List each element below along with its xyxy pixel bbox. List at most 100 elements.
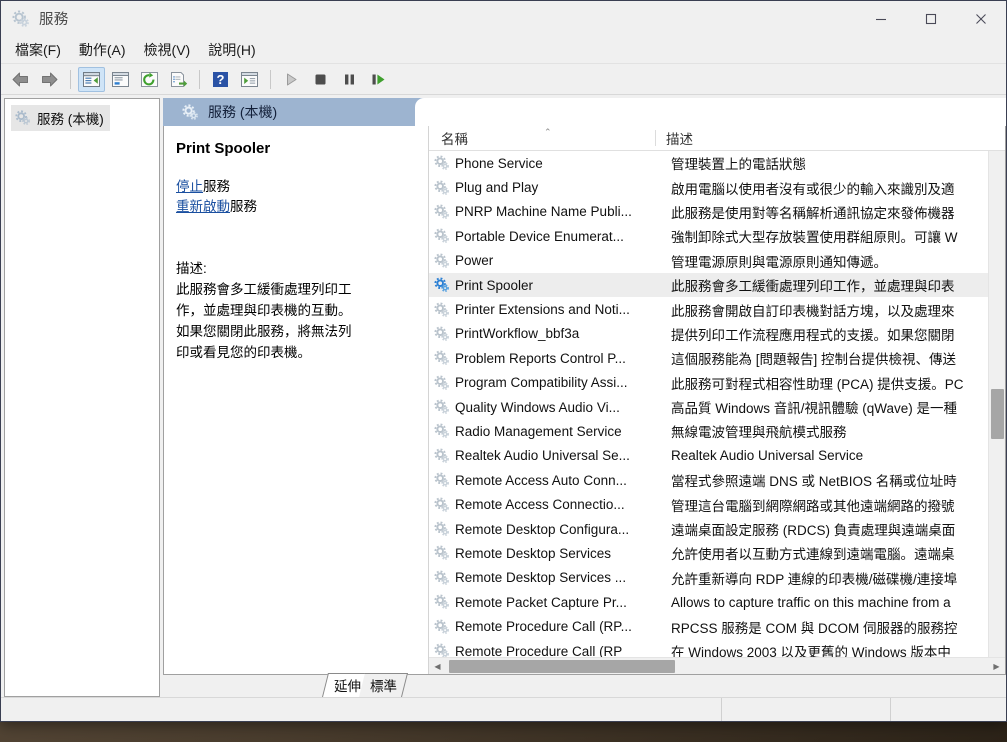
service-name-cell: Remote Access Auto Conn...	[455, 472, 627, 488]
export-list-button[interactable]	[165, 67, 192, 92]
service-description-cell: 允許使用者以互動方式連線到遠端電腦。遠端桌	[671, 547, 955, 563]
table-row[interactable]: Print Spooler 此服務會多工緩衝處理列印工作，並處理與印表	[429, 272, 1005, 298]
service-gear-icon	[434, 204, 449, 219]
stop-service-row: 停止服務	[176, 177, 414, 197]
menu-action[interactable]: 動作(A)	[70, 39, 135, 61]
service-gear-icon	[434, 423, 449, 439]
svg-text:?: ?	[217, 72, 225, 87]
table-row[interactable]: PrintWorkflow_bbf3a 提供列印工作流程應用程式的支援。如果您關閉	[429, 322, 1005, 346]
service-description-cell: Allows to capture traffic on this machin…	[671, 594, 951, 610]
service-name-cell: Radio Management Service	[455, 423, 622, 439]
scroll-left-arrow-icon[interactable]: ◀	[429, 658, 446, 675]
table-row[interactable]: Problem Reports Control P... 這個服務能為 [問題報告…	[429, 346, 1005, 370]
table-row[interactable]: Program Compatibility Assi... 此服務可對程式相容性助…	[429, 371, 1005, 395]
table-row[interactable]: Remote Desktop Services 允許使用者以互動方式連線到遠端電腦…	[429, 541, 1005, 565]
window-title: 服務	[39, 12, 69, 28]
column-header-name[interactable]: 名稱 ⌃	[431, 126, 656, 150]
view-tabs: 延伸 標準	[163, 673, 1006, 697]
table-row[interactable]: PNRP Machine Name Publi... 此服務是使用對等名稱解析通訊…	[429, 200, 1005, 224]
status-bar	[1, 697, 1006, 721]
service-name-cell: Remote Packet Capture Pr...	[455, 594, 627, 610]
pause-service-button[interactable]	[336, 67, 363, 92]
properties-icon	[112, 71, 129, 87]
stop-service-link[interactable]: 停止	[176, 179, 203, 194]
service-name-cell: Plug and Play	[455, 180, 539, 196]
service-name-cell: Quality Windows Audio Vi...	[455, 399, 620, 415]
service-gear-icon	[434, 375, 449, 390]
forward-icon	[42, 72, 58, 86]
list-rows[interactable]: Phone Service 管理裝置上的電話狀態 Plug and Play 啟用電腦…	[429, 151, 1005, 657]
help-button[interactable]: ?	[207, 67, 234, 92]
service-gear-icon	[434, 155, 449, 171]
service-gear-icon	[434, 228, 449, 244]
restart-service-suffix: 服務	[230, 199, 257, 214]
help-icon: ?	[213, 71, 228, 87]
restart-service-button[interactable]	[365, 67, 392, 92]
forward-button[interactable]	[36, 67, 63, 92]
service-description-cell: 允許重新導向 RDP 連線的印表機/磁碟機/連接埠	[671, 571, 958, 587]
restart-service-link[interactable]: 重新啟動	[176, 199, 230, 214]
service-description-cell: 提供列印工作流程應用程式的支援。如果您關閉	[671, 327, 955, 343]
table-row[interactable]: Remote Access Auto Conn... 當程式參照遠端 DNS 或 …	[429, 468, 1005, 492]
title-bar: 服務	[1, 1, 1006, 37]
pause-icon	[345, 74, 354, 84]
sort-ascending-icon: ⌃	[544, 127, 552, 137]
scroll-right-arrow-icon[interactable]: ▶	[988, 658, 1005, 675]
column-header-description[interactable]: 描述	[656, 126, 1005, 150]
service-gear-icon	[434, 570, 449, 585]
start-service-button[interactable]	[278, 67, 305, 92]
tab-extended-label: 延伸	[334, 679, 361, 694]
minimize-button[interactable]	[856, 1, 906, 37]
table-row[interactable]: Portable Device Enumerat... 強制卸除式大型存放裝置使用…	[429, 224, 1005, 248]
stop-icon	[315, 74, 326, 84]
table-row[interactable]: Remote Procedure Call (RP... RPCSS 服務是 CO…	[429, 614, 1005, 638]
table-row[interactable]: Power 管理電源原則與電源原則通知傳遞。	[429, 249, 1005, 273]
table-row[interactable]: Remote Packet Capture Pr... Allows to cap…	[429, 590, 1005, 614]
table-row[interactable]: Phone Service 管理裝置上的電話狀態	[429, 151, 1005, 175]
tab-standard[interactable]: 標準	[359, 673, 408, 697]
service-gear-icon	[434, 497, 449, 512]
table-row[interactable]: Plug and Play 啟用電腦以使用者沒有或很少的輸入來識別及適	[429, 175, 1005, 199]
service-description-cell: 管理這台電腦到網際網路或其他遠端網路的撥號	[671, 498, 955, 514]
service-details-pane: Print Spooler 停止服務 重新啟動服務 描述: 此服務會多工緩衝處理…	[164, 126, 429, 674]
service-description-cell: Realtek Audio Universal Service	[671, 448, 864, 464]
stop-service-button[interactable]	[307, 67, 334, 92]
back-button[interactable]	[7, 67, 34, 92]
menu-file[interactable]: 檔案(F)	[6, 39, 70, 61]
service-description-cell: 此服務是使用對等名稱解析通訊協定來發佈機器	[671, 205, 955, 221]
service-name-cell: Program Compatibility Assi...	[455, 375, 628, 391]
menu-help[interactable]: 說明(H)	[199, 39, 264, 61]
refresh-button[interactable]	[136, 67, 163, 92]
show-action-pane-button[interactable]	[236, 67, 263, 92]
table-row[interactable]: Quality Windows Audio Vi... 高品質 Windows 音…	[429, 395, 1005, 419]
properties-button[interactable]	[107, 67, 134, 92]
console-tree-pane: 服務 (本機)	[4, 98, 160, 697]
table-row[interactable]: Remote Desktop Services ... 允許重新導向 RDP 連線…	[429, 566, 1005, 590]
column-header-name-label: 名稱	[441, 132, 468, 147]
maximize-button[interactable]	[906, 1, 956, 37]
horizontal-scroll-thumb[interactable]	[449, 660, 675, 673]
close-button[interactable]	[956, 1, 1006, 37]
table-row[interactable]: Remote Desktop Configura... 遠端桌面設定服務 (RDC…	[429, 517, 1005, 541]
tree-node-label: 服務 (本機)	[37, 112, 104, 127]
list-vertical-scrollbar[interactable]	[988, 151, 1005, 657]
actionpane-icon	[241, 71, 258, 87]
table-row[interactable]: Remote Procedure Call (RP 在 Windows 2003 …	[429, 639, 1005, 657]
service-gear-icon	[434, 350, 449, 366]
service-gear-icon	[434, 545, 449, 561]
service-name-cell: Portable Device Enumerat...	[455, 228, 624, 244]
tree-node-services-local[interactable]: 服務 (本機)	[11, 105, 110, 131]
show-hide-console-tree-button[interactable]	[78, 66, 105, 92]
table-row[interactable]: Radio Management Service 無線電波管理與飛航模式服務	[429, 419, 1005, 443]
table-row[interactable]: Realtek Audio Universal Se... Realtek Aud…	[429, 444, 1005, 468]
service-gear-icon	[434, 180, 449, 195]
table-row[interactable]: Printer Extensions and Noti... 此服務會開啟自訂印表…	[429, 297, 1005, 321]
toolbar-separator	[70, 69, 71, 89]
vertical-scroll-thumb[interactable]	[991, 388, 1004, 440]
table-row[interactable]: Remote Access Connectio... 管理這台電腦到網際網路或其他…	[429, 492, 1005, 516]
menu-view[interactable]: 檢視(V)	[135, 39, 200, 61]
service-gear-icon	[434, 594, 449, 610]
minimize-icon	[876, 18, 886, 21]
service-description-cell: 高品質 Windows 音訊/視訊體驗 (qWave) 是一種	[671, 401, 958, 417]
list-horizontal-scrollbar[interactable]: ◀ ▶	[429, 657, 1005, 674]
